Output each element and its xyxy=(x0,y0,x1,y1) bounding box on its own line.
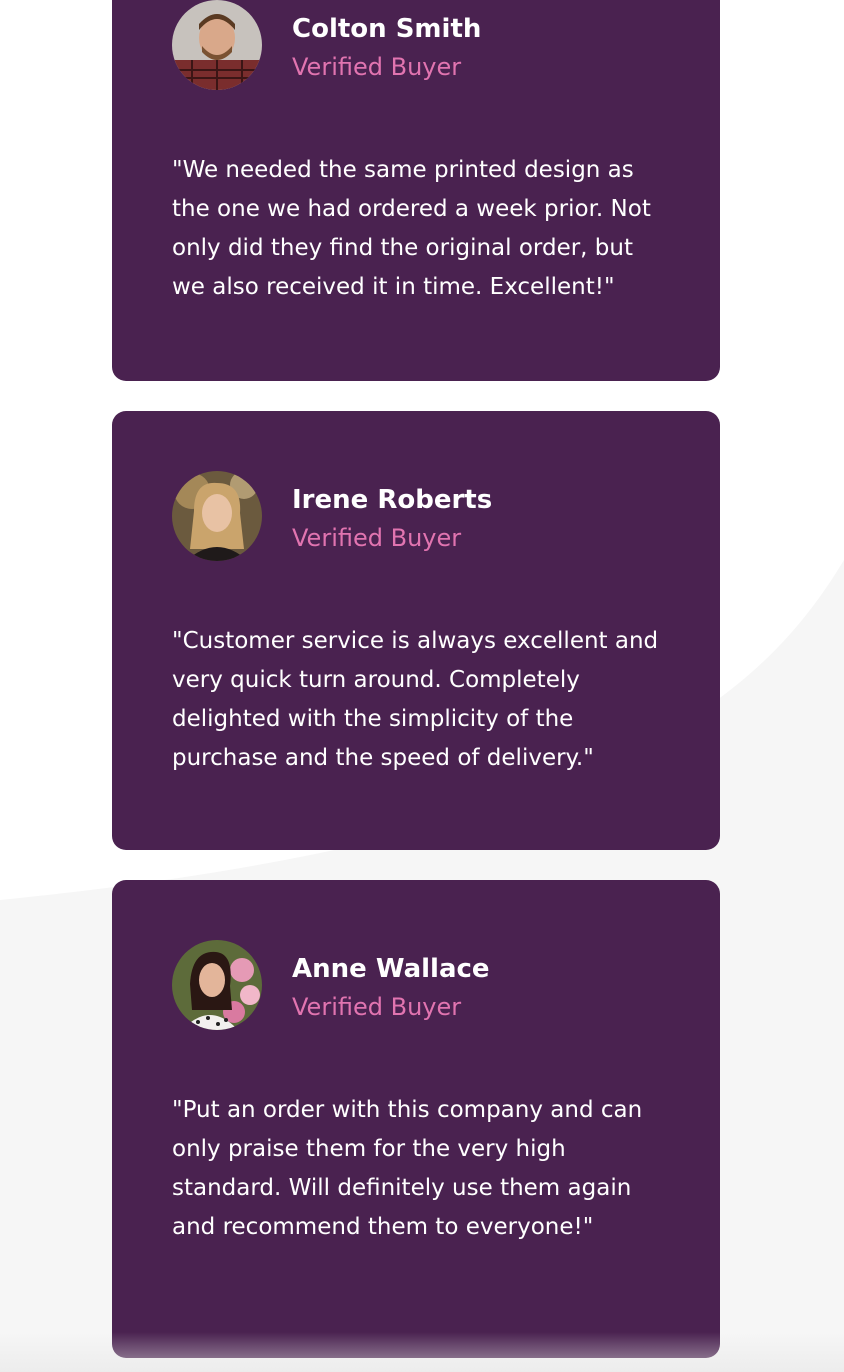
testimonial-quote: "We needed the same printed design as th… xyxy=(172,157,651,300)
reviewer-name: Irene Roberts xyxy=(292,485,493,515)
testimonial-card: Irene Roberts Verified Buyer "Customer s… xyxy=(112,411,720,850)
reviewer-role: Verified Buyer xyxy=(292,53,462,81)
testimonial-card: Anne Wallace Verified Buyer "Put an orde… xyxy=(112,880,720,1358)
reviewer-role: Verified Buyer xyxy=(292,993,462,1021)
avatar xyxy=(172,0,262,90)
reviewer-name: Anne Wallace xyxy=(292,954,490,984)
avatar-photo-woman-flowers xyxy=(172,940,262,1030)
testimonial-card: Colton Smith Verified Buyer "We needed t… xyxy=(112,0,720,381)
avatar xyxy=(172,940,262,1030)
avatar-photo-man xyxy=(172,0,262,90)
reviewer-role: Verified Buyer xyxy=(292,524,462,552)
avatar-photo-woman-blonde xyxy=(172,471,262,561)
testimonials-page: Colton Smith Verified Buyer "We needed t… xyxy=(0,0,844,1372)
avatar xyxy=(172,471,262,561)
testimonial-quote: "Put an order with this company and can … xyxy=(172,1097,643,1240)
testimonial-quote: "Customer service is always excellent an… xyxy=(172,628,659,771)
reviewer-name: Colton Smith xyxy=(292,14,482,44)
